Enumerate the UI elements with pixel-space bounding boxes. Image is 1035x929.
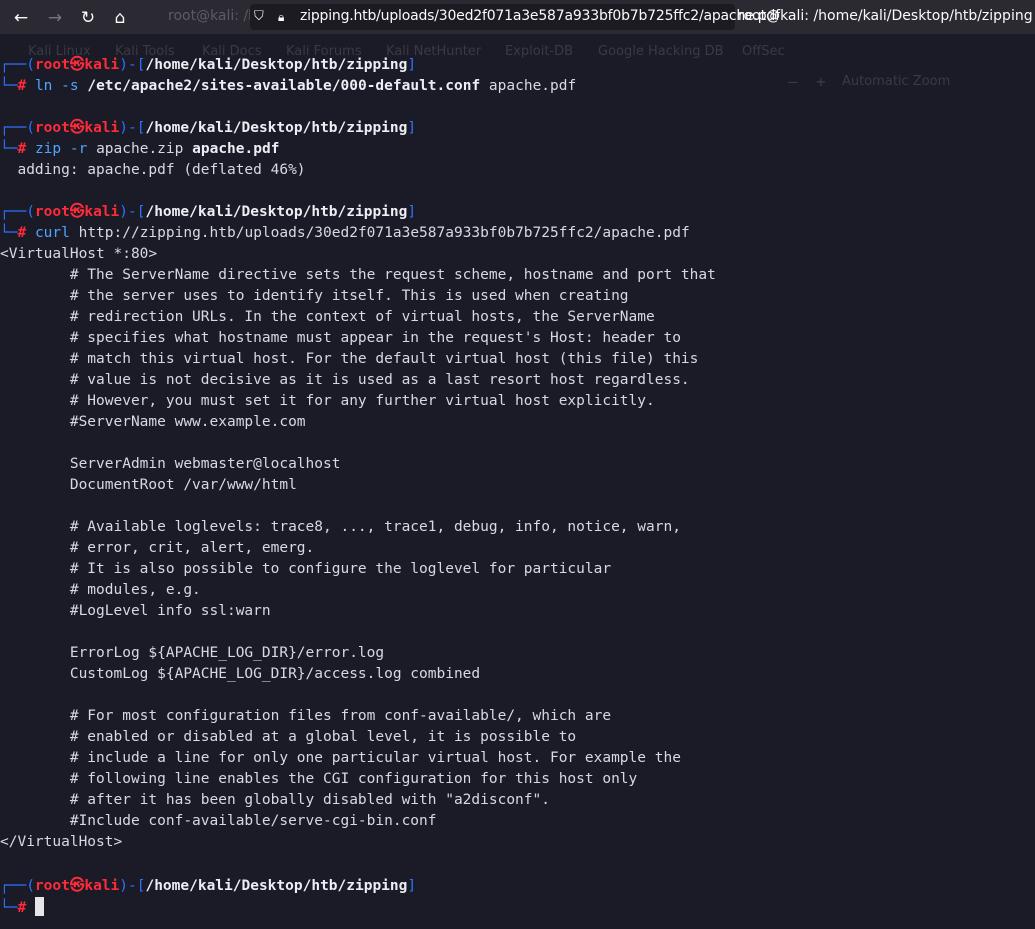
output-line: # Available loglevels: trace8, ..., trac… bbox=[0, 519, 681, 535]
command-arg: apache.pdf bbox=[192, 141, 280, 157]
output-line: # For most configuration files from conf… bbox=[0, 708, 612, 724]
prompt-char: # bbox=[17, 900, 27, 916]
command-name: curl bbox=[34, 225, 70, 241]
command-line: └─# ln -s /etc/apache2/sites-available/0… bbox=[0, 78, 577, 94]
terminal[interactable]: ┌──(root㉿kali)-[/home/kali/Desktop/htb/z… bbox=[0, 0, 1035, 929]
command-name: ln bbox=[34, 78, 53, 94]
command-arg: /etc/apache2/sites-available/000-default… bbox=[87, 78, 481, 94]
output-line: CustomLog ${APACHE_LOG_DIR}/access.log c… bbox=[0, 666, 481, 682]
prompt-cwd: /home/kali/Desktop/htb/zipping bbox=[145, 120, 408, 136]
command-flag: -s bbox=[61, 78, 79, 94]
output-line: # The ServerName directive sets the requ… bbox=[0, 267, 716, 283]
prompt-char: # bbox=[17, 141, 27, 157]
output-line: # after it has been globally disabled wi… bbox=[0, 792, 550, 808]
output-line: #ServerName www.example.com bbox=[0, 414, 306, 430]
output-line: # specifies what hostname must appear in… bbox=[0, 330, 681, 346]
output-line: # modules, e.g. bbox=[0, 582, 201, 598]
output-line: DocumentRoot /var/www/html bbox=[0, 477, 297, 493]
output-line: # redirection URLs. In the context of vi… bbox=[0, 309, 655, 325]
output-line: # the server uses to identify itself. Th… bbox=[0, 288, 629, 304]
prompt-char: # bbox=[17, 225, 27, 241]
output-line: ServerAdmin webmaster@localhost bbox=[0, 456, 341, 472]
output-line: # It is also possible to configure the l… bbox=[0, 561, 612, 577]
command-flag: -r bbox=[69, 141, 88, 157]
prompt-user: root bbox=[34, 204, 70, 220]
command-output: adding: apache.pdf (deflated 46%) bbox=[0, 162, 306, 178]
prompt-user: root bbox=[34, 120, 70, 136]
output-line: # include a line for only one particular… bbox=[0, 750, 681, 766]
output-line: # However, you must set it for any furth… bbox=[0, 393, 655, 409]
prompt-skull-icon: ㉿ bbox=[69, 57, 85, 73]
prompt-skull-icon: ㉿ bbox=[69, 120, 85, 136]
output-line: #LogLevel info ssl:warn bbox=[0, 603, 271, 619]
output-line: # value is not decisive as it is used as… bbox=[0, 372, 690, 388]
prompt-skull-icon: ㉿ bbox=[69, 878, 85, 894]
output-line: # error, crit, alert, emerg. bbox=[0, 540, 315, 556]
output-line: # enabled or disabled at a global level,… bbox=[0, 729, 577, 745]
output-line: # match this virtual host. For the defau… bbox=[0, 351, 699, 367]
prompt-skull-icon: ㉿ bbox=[69, 204, 85, 220]
prompt-user: root bbox=[34, 57, 70, 73]
output-line: ErrorLog ${APACHE_LOG_DIR}/error.log bbox=[0, 645, 385, 661]
text-cursor[interactable] bbox=[34, 897, 44, 916]
command-arg: apache.zip bbox=[96, 141, 184, 157]
output-line: #Include conf-available/serve-cgi-bin.co… bbox=[0, 813, 437, 829]
prompt-cwd: /home/kali/Desktop/htb/zipping bbox=[145, 878, 408, 894]
output-line: </VirtualHost> bbox=[0, 834, 123, 850]
prompt-line: ┌──(root㉿kali)-[/home/kali/Desktop/htb/z… bbox=[0, 57, 417, 73]
prompt-host: kali bbox=[84, 204, 120, 220]
prompt-user: root bbox=[34, 878, 70, 894]
prompt-host: kali bbox=[84, 120, 120, 136]
prompt-cwd: /home/kali/Desktop/htb/zipping bbox=[145, 204, 408, 220]
prompt-char: # bbox=[17, 78, 27, 94]
command-arg: apache.pdf bbox=[488, 78, 577, 94]
output-line: # following line enables the CGI configu… bbox=[0, 771, 638, 787]
prompt-host: kali bbox=[84, 57, 120, 73]
prompt-host: kali bbox=[84, 878, 120, 894]
prompt-line: ┌──(root㉿kali)-[/home/kali/Desktop/htb/z… bbox=[0, 204, 417, 220]
prompt-cwd: /home/kali/Desktop/htb/zipping bbox=[145, 57, 408, 73]
output-line: <VirtualHost *:80> bbox=[0, 246, 158, 262]
command-line: └─# curl http://zipping.htb/uploads/30ed… bbox=[0, 225, 690, 241]
command-name: zip bbox=[34, 141, 62, 157]
command-arg: http://zipping.htb/uploads/30ed2f071a3e5… bbox=[78, 225, 690, 241]
prompt-line: ┌──(root㉿kali)-[/home/kali/Desktop/htb/z… bbox=[0, 878, 417, 894]
command-line[interactable]: └─# bbox=[0, 897, 44, 918]
command-line: └─# zip -r apache.zip apache.pdf bbox=[0, 141, 280, 157]
prompt-line: ┌──(root㉿kali)-[/home/kali/Desktop/htb/z… bbox=[0, 120, 417, 136]
